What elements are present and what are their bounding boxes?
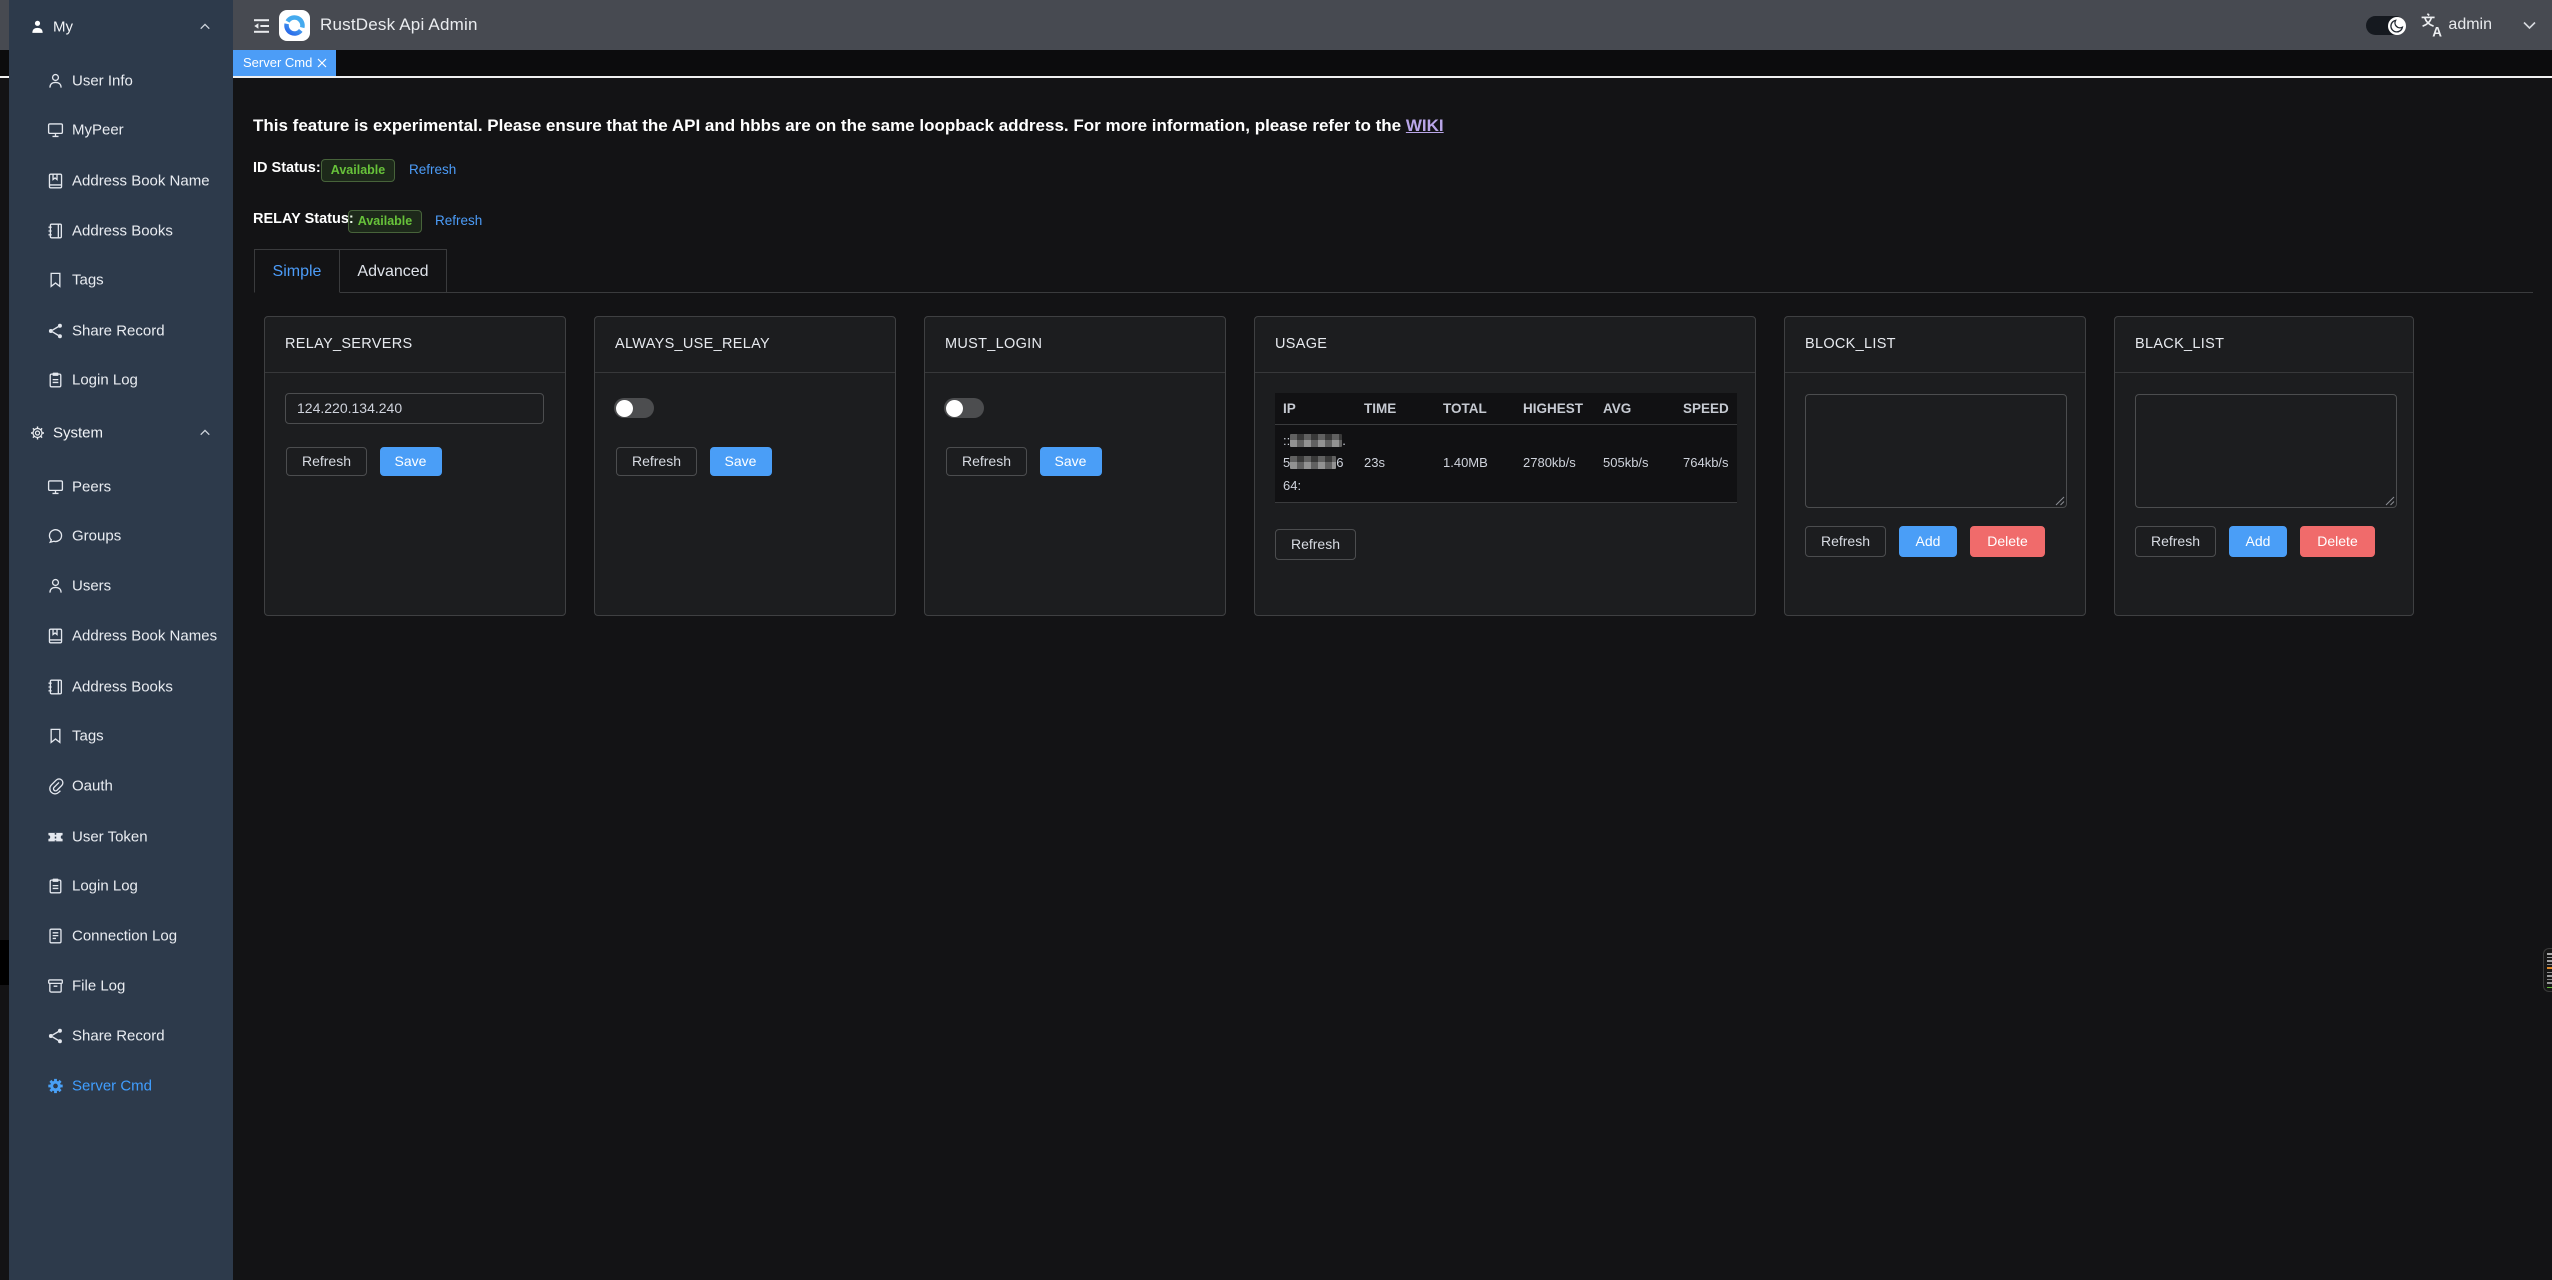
svg-text:A: A	[2432, 24, 2442, 38]
